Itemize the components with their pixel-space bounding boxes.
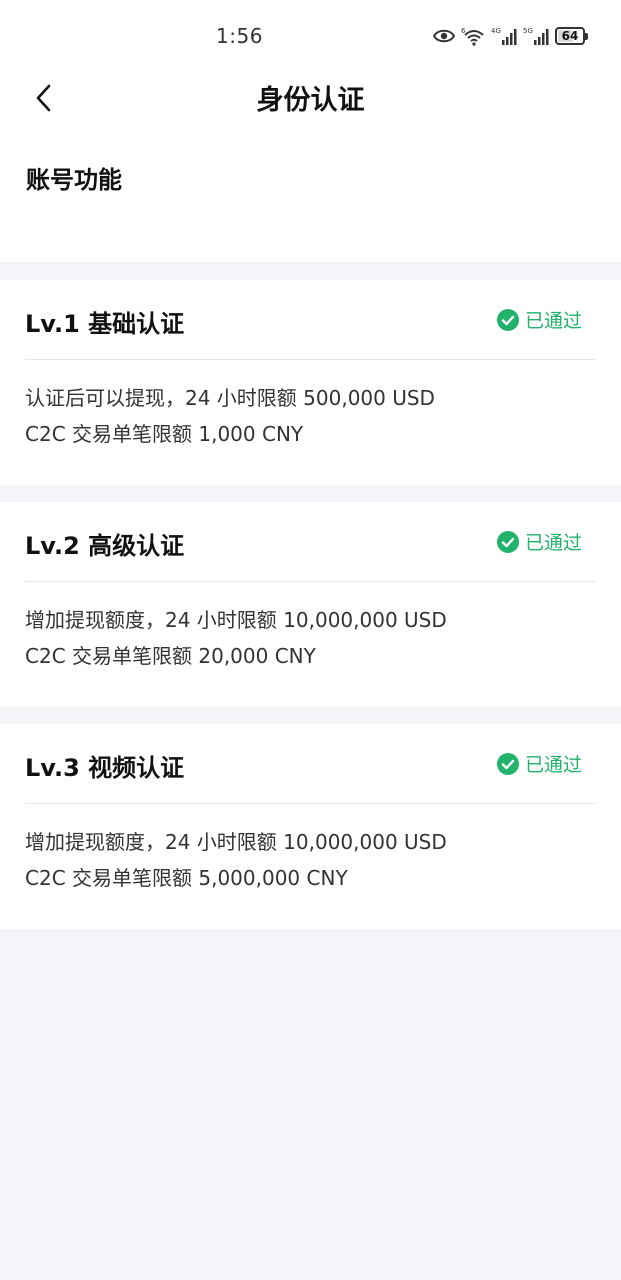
signal-5g-icon: 5G <box>523 27 549 45</box>
status-badge: 已通过 <box>496 750 582 777</box>
status-icons: 6 4G 5G 64 <box>433 24 588 48</box>
level-title: Lv.1 基础认证 <box>25 310 185 338</box>
status-label: 已通过 <box>524 532 582 554</box>
header: 身份认证 账号功能 <box>0 72 621 262</box>
level-card-2[interactable]: Lv.2 高级认证 已通过 增加提现额度，24 小时限额 10,000,000 … <box>0 502 621 707</box>
check-circle-icon <box>496 308 519 331</box>
level-card-header: Lv.2 高级认证 已通过 <box>25 502 596 582</box>
withdraw-limit-text: 增加提现额度，24 小时限额 10,000,000 USD <box>25 830 447 854</box>
level-description: 增加提现额度，24 小时限额 10,000,000 USD C2C 交易单笔限额… <box>25 824 447 896</box>
level-card-header: Lv.3 视频认证 已通过 <box>25 724 596 804</box>
level-card-3[interactable]: Lv.3 视频认证 已通过 增加提现额度，24 小时限额 10,000,000 … <box>0 724 621 929</box>
c2c-limit-text: C2C 交易单笔限额 5,000,000 CNY <box>25 866 348 890</box>
wifi-icon: 6 <box>461 27 484 46</box>
signal-4g-icon: 4G <box>491 27 517 45</box>
withdraw-limit-text: 认证后可以提现，24 小时限额 500,000 USD <box>25 386 435 410</box>
level-description: 增加提现额度，24 小时限额 10,000,000 USD C2C 交易单笔限额… <box>25 602 447 674</box>
level-title: Lv.2 高级认证 <box>25 532 185 560</box>
c2c-limit-text: C2C 交易单笔限额 1,000 CNY <box>25 422 304 446</box>
check-circle-icon <box>496 752 519 775</box>
level-title: Lv.3 视频认证 <box>25 754 185 782</box>
section-title: 账号功能 <box>26 166 122 194</box>
status-time: 1:56 <box>216 24 263 48</box>
c2c-limit-text: C2C 交易单笔限额 20,000 CNY <box>25 644 316 668</box>
status-badge: 已通过 <box>496 528 582 555</box>
svg-text:5G: 5G <box>523 27 533 35</box>
level-description: 认证后可以提现，24 小时限额 500,000 USD C2C 交易单笔限额 1… <box>25 380 435 452</box>
svg-text:4G: 4G <box>491 27 501 35</box>
check-circle-icon <box>496 530 519 553</box>
page-title: 身份认证 <box>256 85 365 116</box>
status-badge: 已通过 <box>496 306 582 333</box>
status-label: 已通过 <box>524 754 582 776</box>
screen: 1:56 6 4G 5G 64 身份认证 账号功能 Lv.1 基础认证 已通过 … <box>0 0 621 1280</box>
withdraw-limit-text: 增加提现额度，24 小时限额 10,000,000 USD <box>25 608 447 632</box>
battery-level: 64 <box>561 29 579 43</box>
status-label: 已通过 <box>524 310 582 332</box>
level-card-1[interactable]: Lv.1 基础认证 已通过 认证后可以提现，24 小时限额 500,000 US… <box>0 280 621 485</box>
eye-icon <box>433 29 455 43</box>
battery-icon: 64 <box>555 27 588 45</box>
level-card-header: Lv.1 基础认证 已通过 <box>25 280 596 360</box>
status-bar: 1:56 6 4G 5G 64 <box>0 0 621 72</box>
